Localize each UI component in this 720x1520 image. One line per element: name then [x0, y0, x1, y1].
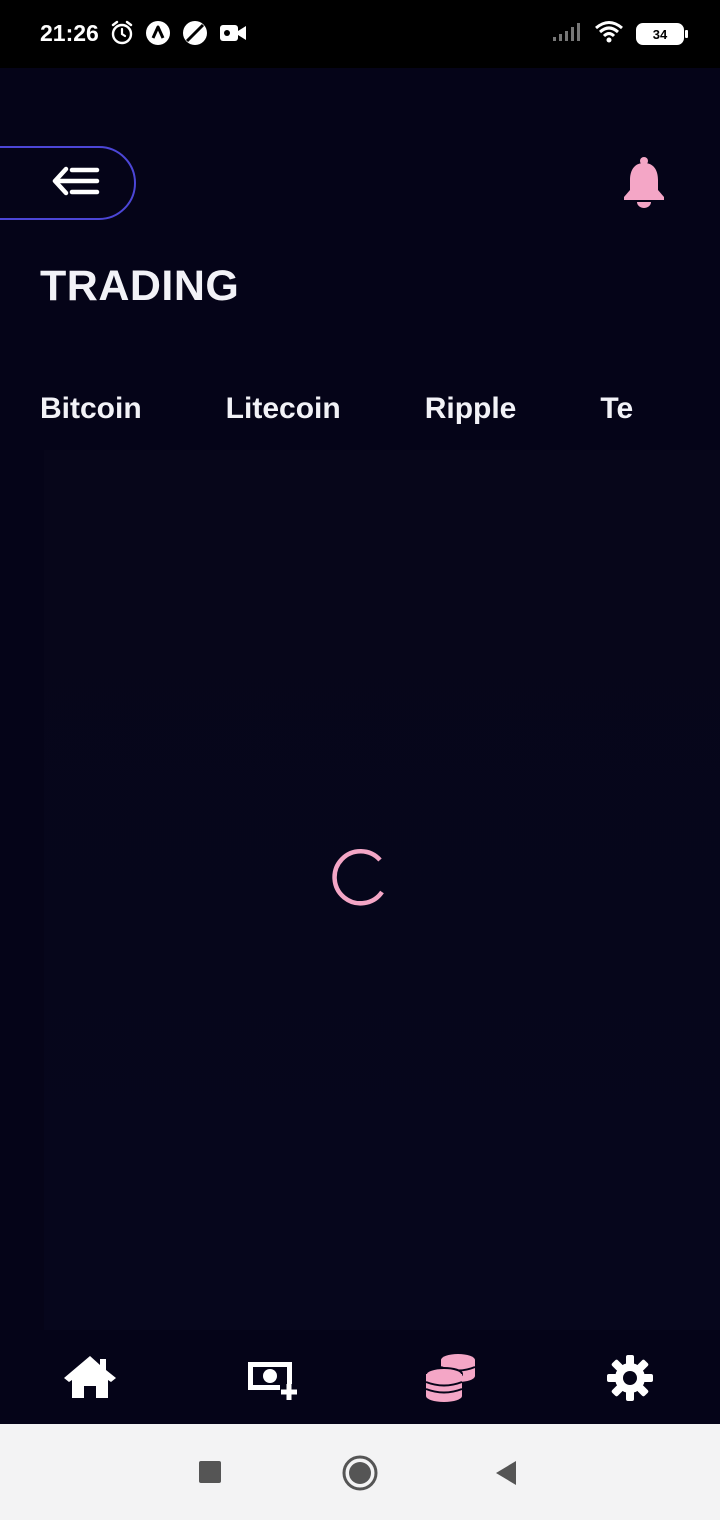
- nav-add-money[interactable]: [246, 1354, 302, 1404]
- tab-ripple[interactable]: Ripple: [425, 392, 517, 426]
- tab-partial[interactable]: Te: [600, 392, 633, 426]
- system-nav-bar: [0, 1424, 720, 1520]
- battery-icon: 34: [636, 23, 688, 45]
- bell-icon: [620, 157, 668, 212]
- status-bar: 21:26 34: [0, 0, 720, 68]
- screen: 21:26 34 TRADING Bitcoin Litecoin Ripple…: [0, 0, 720, 1520]
- coin-tabs: Bitcoin Litecoin Ripple Te: [40, 392, 720, 442]
- video-record-icon: [219, 22, 247, 48]
- triangle-back-icon: [494, 1461, 518, 1490]
- notification-button[interactable]: [620, 156, 668, 212]
- circle-icon: [342, 1455, 378, 1495]
- no-sim-icon: [182, 20, 208, 50]
- nav-settings[interactable]: [606, 1354, 654, 1406]
- status-icons-right: 34: [552, 20, 688, 48]
- recents-button[interactable]: [198, 1460, 222, 1488]
- menu-back-icon: [52, 165, 100, 201]
- status-icons-left: [110, 20, 247, 50]
- nav-trading[interactable]: [424, 1352, 478, 1408]
- wifi-icon: [594, 20, 624, 48]
- settings-icon: [606, 1355, 654, 1406]
- page-title: TRADING: [40, 262, 240, 310]
- nav-home[interactable]: [62, 1354, 118, 1404]
- home-icon: [62, 1356, 118, 1404]
- app-a-icon: [145, 20, 171, 50]
- home-system-button[interactable]: [342, 1455, 378, 1495]
- status-time: 21:26: [40, 20, 99, 46]
- add-money-icon: [246, 1362, 302, 1404]
- square-icon: [198, 1461, 222, 1488]
- loading-spinner-icon: [330, 846, 390, 910]
- back-system-button[interactable]: [494, 1460, 518, 1490]
- tab-litecoin[interactable]: Litecoin: [226, 392, 341, 426]
- menu-button[interactable]: [0, 146, 136, 220]
- bottom-nav: [0, 1330, 720, 1424]
- alarm-icon: [110, 20, 134, 50]
- tab-bitcoin[interactable]: Bitcoin: [40, 392, 142, 426]
- signal-icon: [552, 22, 582, 46]
- coins-icon: [424, 1354, 478, 1408]
